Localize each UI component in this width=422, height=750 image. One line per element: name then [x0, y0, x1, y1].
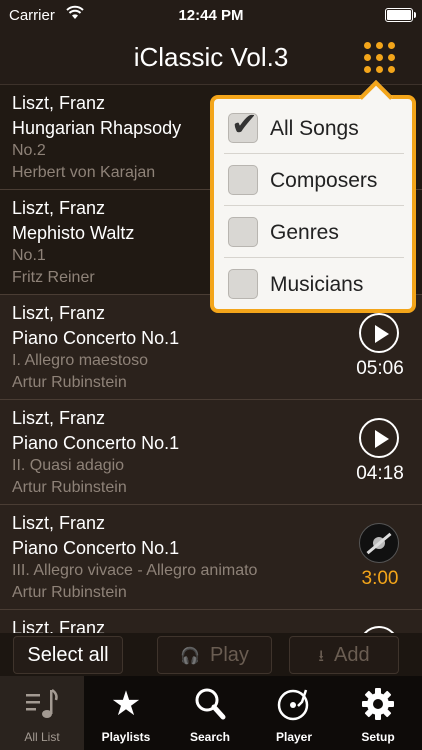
song-composer: Liszt, Franz	[12, 618, 106, 633]
checkbox-icon[interactable]	[228, 217, 258, 247]
song-part: II. Quasi adagio	[12, 457, 125, 474]
song-composer: Liszt, Franz	[12, 198, 106, 218]
filter-option-genres[interactable]: Genres	[224, 209, 404, 258]
music-list-icon	[0, 686, 84, 722]
nav-bar: iClassic Vol.3	[0, 30, 422, 85]
tab-label: Search	[189, 730, 231, 744]
tab-search[interactable]: Search	[168, 676, 252, 750]
now-playing-disc-icon[interactable]	[359, 523, 399, 563]
checkmark-icon: ✔	[231, 106, 258, 142]
gear-icon	[336, 686, 420, 722]
download-icon: ⭳	[318, 648, 324, 665]
tab-label: Player	[275, 730, 313, 744]
song-title: Hungarian Rhapsody	[12, 118, 182, 138]
tab-label: Playlists	[101, 730, 151, 744]
song-artist: Artur Rubinstein	[12, 584, 127, 601]
song-artist: Artur Rubinstein	[12, 479, 127, 496]
filter-option-label: Genres	[270, 221, 339, 244]
song-composer: Liszt, Franz	[12, 93, 106, 113]
song-composer: Liszt, Franz	[12, 303, 106, 323]
checkbox-checked-icon[interactable]: ✔	[228, 108, 258, 143]
add-button-label: Add	[334, 644, 370, 666]
song-part: No.2	[12, 142, 46, 159]
filter-option-musicians[interactable]: Musicians	[224, 261, 404, 309]
star-icon: ★	[110, 685, 142, 723]
add-button[interactable]: ⭳ Add	[289, 636, 399, 674]
song-duration: 05:06	[356, 358, 404, 379]
checkbox-icon[interactable]	[228, 269, 258, 299]
song-part: I. Allegro maestoso	[12, 352, 149, 369]
filter-option-composers[interactable]: Composers	[224, 157, 404, 206]
song-composer: Liszt, Franz	[12, 408, 106, 428]
filter-option-label: Composers	[270, 169, 378, 192]
action-bar: Select all 🎧 Play ⭳ Add	[0, 633, 422, 676]
song-row[interactable]: Liszt, Franz Piano Concerto No.1 II. Qua…	[0, 400, 422, 505]
tab-label: All List	[24, 730, 60, 744]
filter-option-all-songs[interactable]: ✔ All Songs	[224, 105, 404, 154]
song-title: Mephisto Waltz	[12, 223, 135, 243]
select-all-button[interactable]: Select all	[13, 636, 123, 674]
song-title: Piano Concerto No.1	[12, 433, 180, 453]
search-icon	[168, 686, 252, 722]
tab-all-list[interactable]: All List	[0, 676, 84, 750]
battery-icon	[385, 8, 416, 22]
tab-player[interactable]: Player	[252, 676, 336, 750]
song-artist: Herbert von Karajan	[12, 164, 156, 181]
tab-bar: All List ★ Playlists Search Player Setup	[0, 676, 422, 750]
song-artist: Artur Rubinstein	[12, 374, 127, 391]
song-duration: 3:00	[361, 568, 399, 589]
play-button-label: Play	[210, 644, 249, 666]
song-duration: 04:18	[356, 463, 404, 484]
headphones-icon: 🎧	[180, 648, 200, 665]
play-icon[interactable]	[359, 313, 399, 353]
play-icon[interactable]	[359, 418, 399, 458]
tab-label: Setup	[361, 730, 395, 744]
checkbox-icon[interactable]	[228, 165, 258, 195]
song-part: III. Allegro vivace - Allegro animato	[12, 562, 258, 579]
status-time: 12:44 PM	[178, 7, 244, 24]
song-title: Piano Concerto No.1	[12, 538, 180, 558]
turntable-icon	[252, 686, 336, 722]
filter-option-label: All Songs	[270, 117, 359, 140]
song-composer: Liszt, Franz	[12, 513, 106, 533]
play-button[interactable]: 🎧 Play	[157, 636, 272, 674]
song-artist: Fritz Reiner	[12, 269, 95, 286]
grid-menu-icon[interactable]	[362, 40, 398, 76]
song-row[interactable]: Liszt, Franz	[0, 610, 422, 633]
status-bar: Carrier 12:44 PM	[0, 0, 422, 30]
play-icon[interactable]	[359, 626, 399, 633]
page-title: iClassic Vol.3	[133, 42, 289, 72]
filter-option-label: Musicians	[270, 273, 364, 296]
song-part: No.1	[12, 247, 46, 264]
tab-setup[interactable]: Setup	[336, 676, 420, 750]
song-title: Piano Concerto No.1	[12, 328, 180, 348]
tab-playlists[interactable]: ★ Playlists	[84, 676, 168, 750]
song-row[interactable]: Liszt, Franz Piano Concerto No.1 III. Al…	[0, 505, 422, 610]
filter-popover: ✔ All Songs Composers Genres Musicians	[210, 80, 416, 313]
